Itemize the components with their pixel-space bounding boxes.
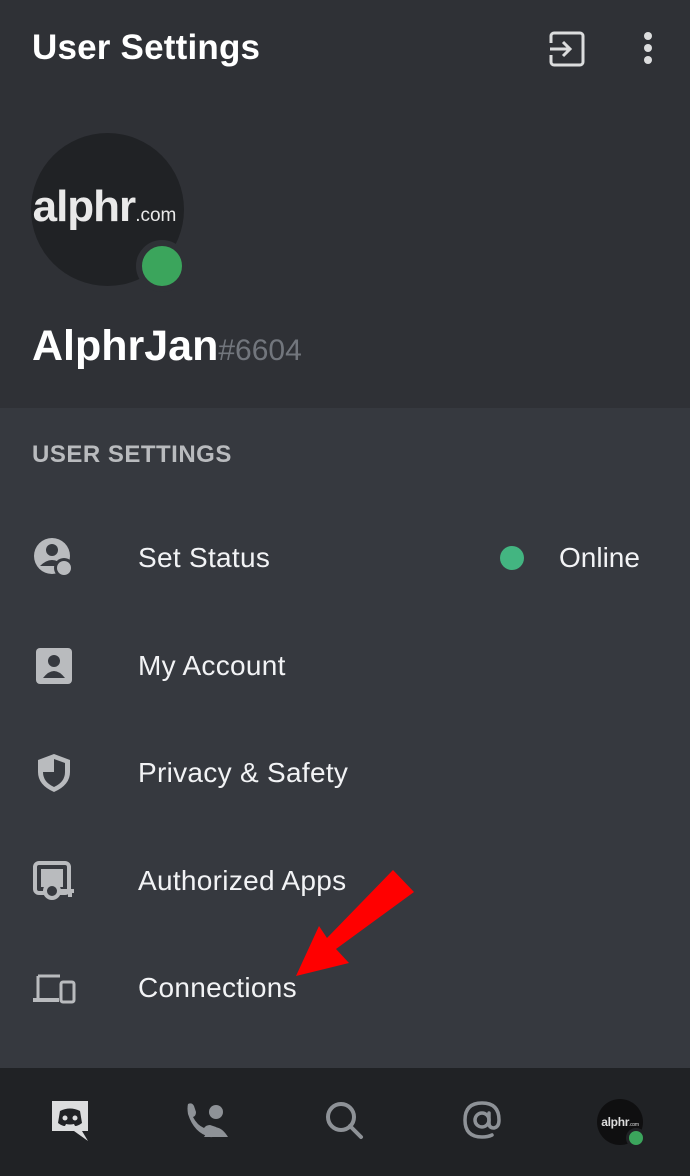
online-status-dot (626, 1128, 646, 1148)
page-title: User Settings (32, 28, 261, 67)
avatar-logo: alphr.com (601, 1115, 639, 1129)
nav-home[interactable] (40, 1092, 100, 1152)
nav-profile[interactable]: alphr.com (590, 1092, 650, 1152)
friends-icon (184, 1100, 230, 1145)
profile-avatar: alphr.com (597, 1099, 646, 1148)
account-card-icon (32, 644, 76, 688)
vertical-dots-icon[interactable] (640, 30, 656, 73)
status-value: Online (559, 542, 640, 573)
menu-item-my-account[interactable]: My Account (0, 616, 690, 716)
menu-item-label: Set Status (138, 542, 271, 573)
menu-item-label: Connections (138, 972, 297, 1003)
nav-search[interactable] (314, 1092, 374, 1152)
red-arrow-icon (290, 866, 420, 983)
online-status-dot (136, 240, 188, 292)
bottom-nav: alphr.com (0, 1068, 690, 1176)
menu-item-label: Privacy & Safety (138, 757, 349, 788)
menu-item-privacy-safety[interactable]: Privacy & Safety (0, 723, 690, 823)
profile-header: User Settings alphr.com AlphrJan#6604 (0, 0, 690, 408)
authorized-apps-icon (32, 859, 76, 903)
mentions-icon (462, 1100, 502, 1145)
logout-icon[interactable] (548, 30, 586, 73)
avatar-logo: alphr.com (32, 181, 177, 231)
menu-item-label: My Account (138, 650, 286, 681)
menu-item-set-status[interactable]: Set Status Online (0, 508, 690, 608)
discord-home-icon (48, 1097, 92, 1148)
online-status-dot (500, 546, 524, 570)
shield-icon (32, 751, 76, 795)
section-label: USER SETTINGS (32, 441, 232, 468)
discriminator: #6604 (218, 334, 302, 367)
search-icon (324, 1100, 364, 1145)
nav-friends[interactable] (177, 1092, 237, 1152)
user-status-icon (32, 536, 76, 580)
devices-icon (32, 966, 76, 1010)
nav-mentions[interactable] (452, 1092, 512, 1152)
username: AlphrJan#6604 (32, 322, 302, 370)
